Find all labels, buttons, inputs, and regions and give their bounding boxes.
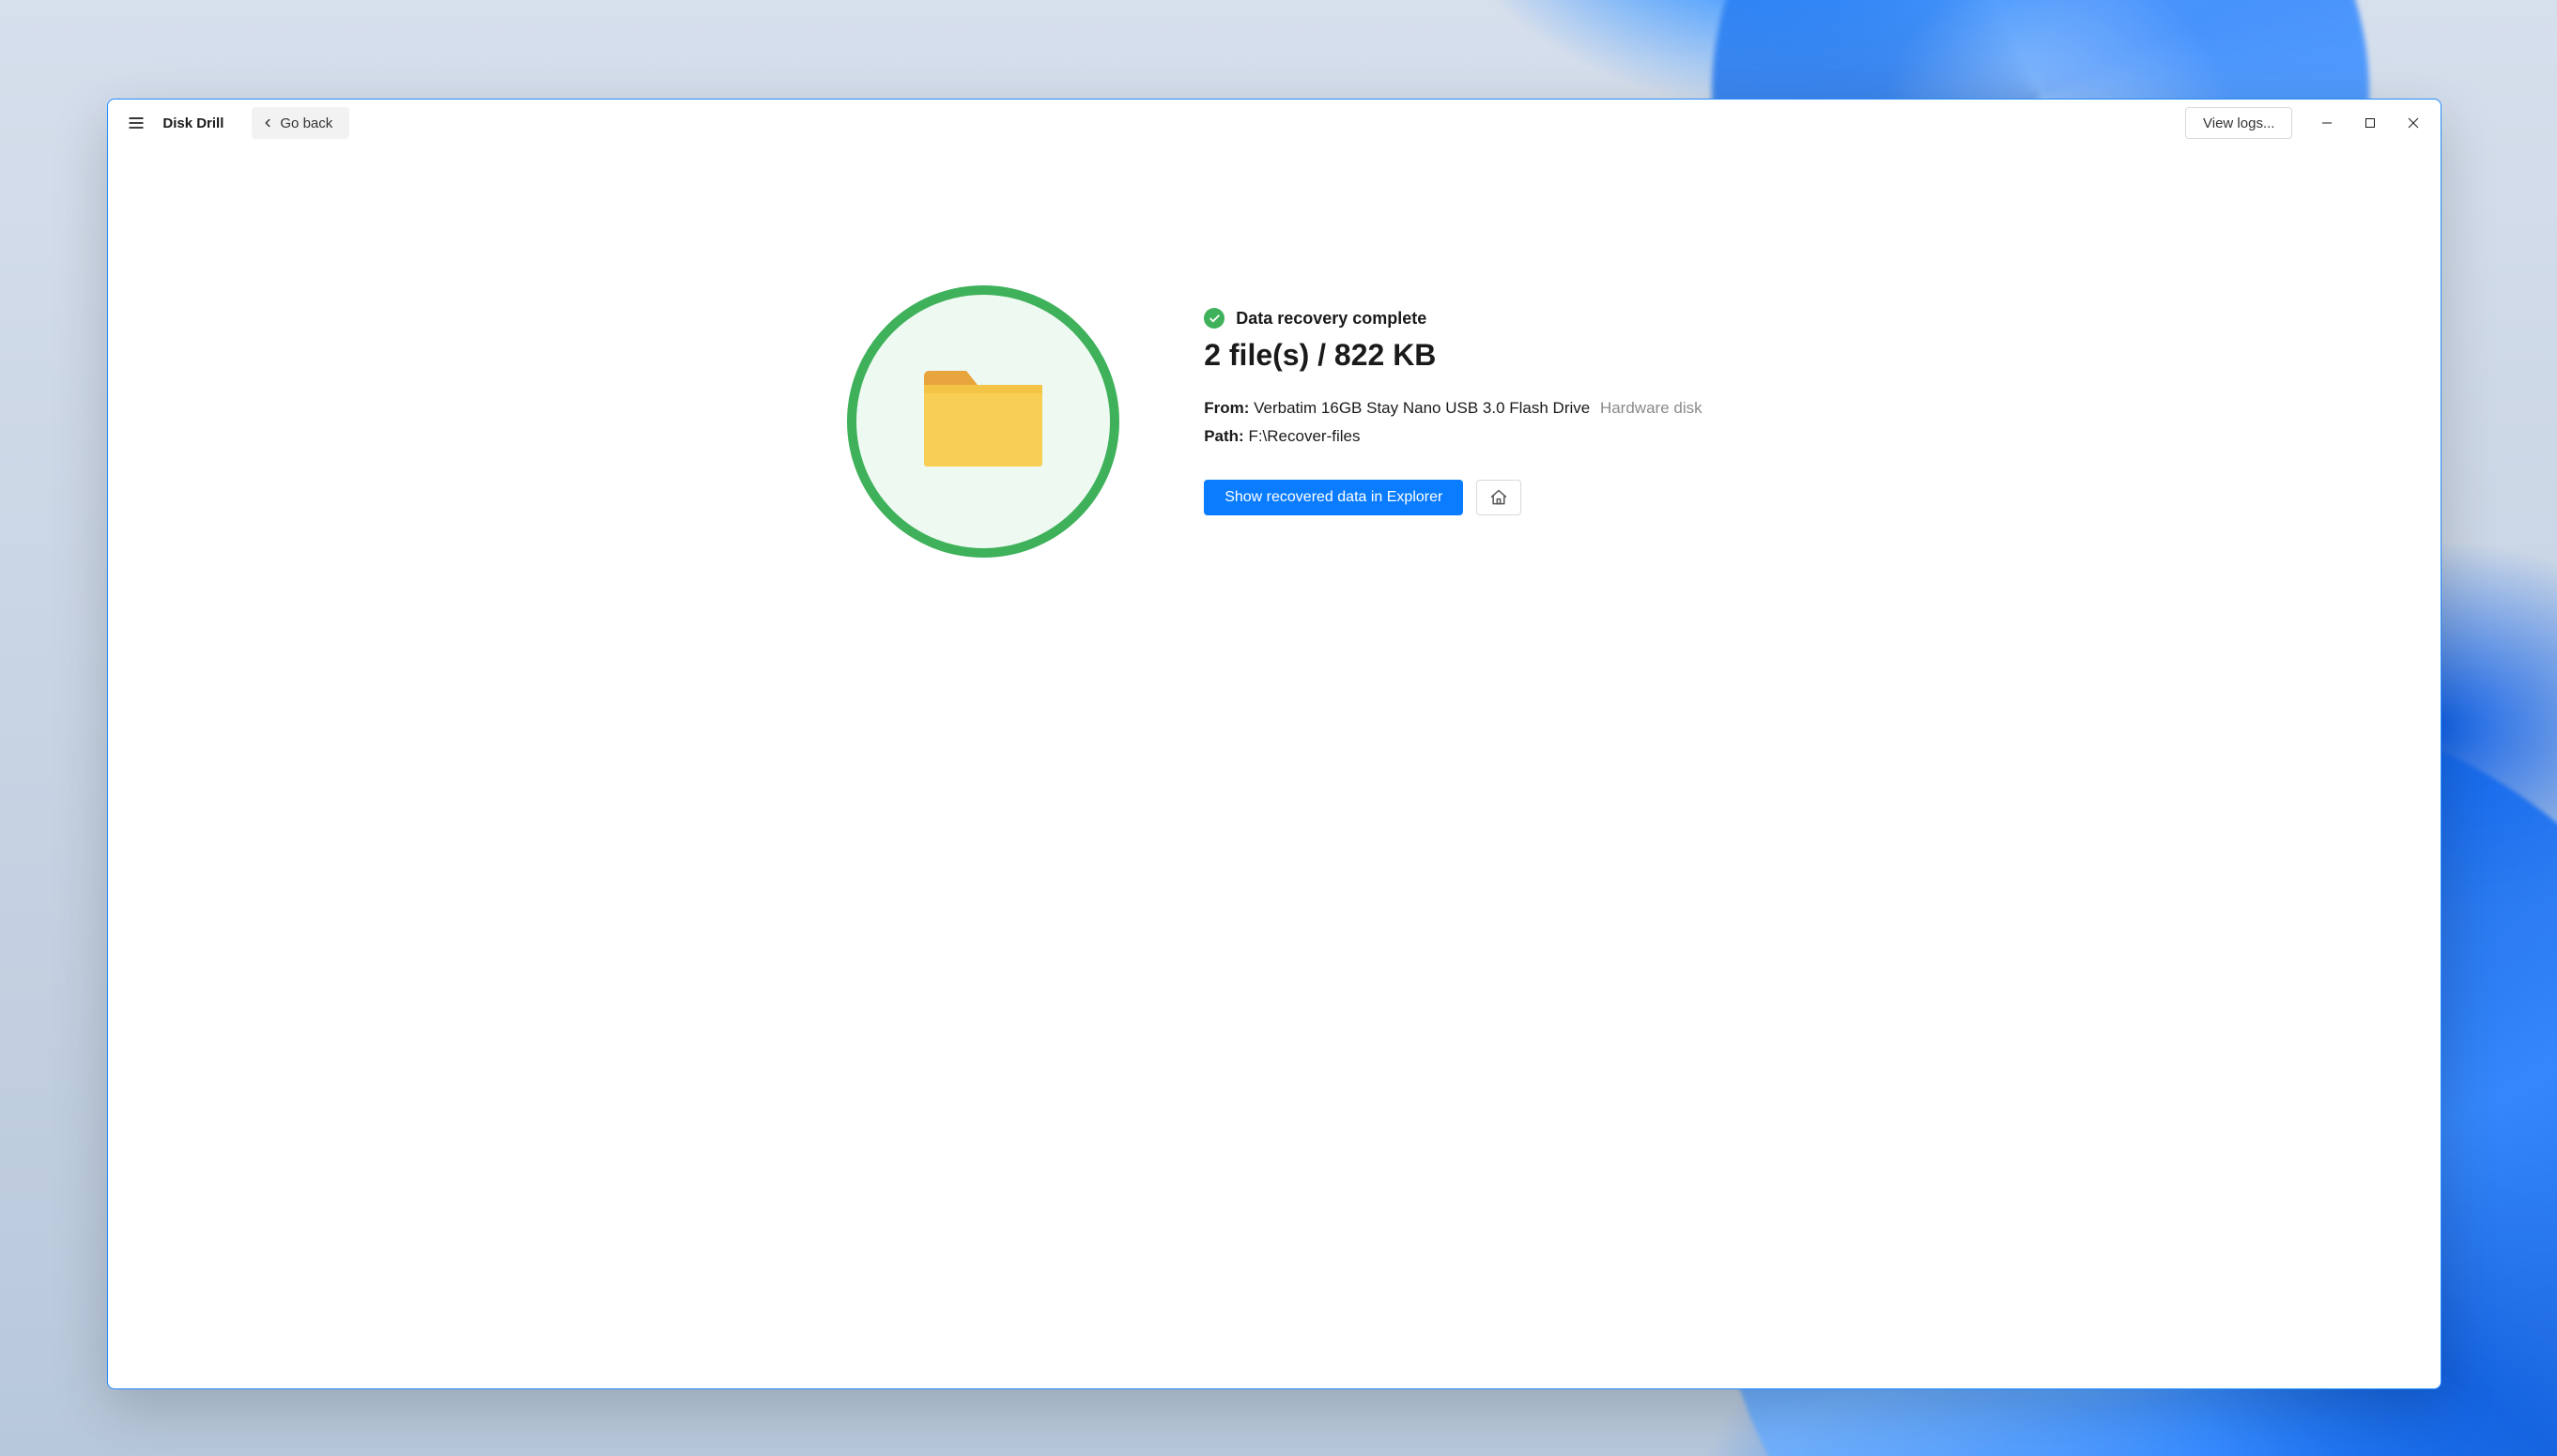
app-window: Disk Drill Go back View logs... xyxy=(107,99,2441,1388)
result-info: Data recovery complete 2 file(s) / 822 K… xyxy=(1204,278,1702,515)
minimize-icon xyxy=(2321,117,2333,129)
from-label: From: xyxy=(1204,399,1249,417)
recovery-summary: 2 file(s) / 822 KB xyxy=(1204,338,1702,373)
go-back-label: Go back xyxy=(280,115,332,131)
hamburger-menu-button[interactable] xyxy=(121,108,151,138)
window-minimize-button[interactable] xyxy=(2305,101,2349,145)
path-value: F:\Recover-files xyxy=(1248,427,1360,445)
hamburger-icon xyxy=(127,114,146,132)
folder-icon xyxy=(913,365,1054,478)
from-value: Verbatim 16GB Stay Nano USB 3.0 Flash Dr… xyxy=(1254,399,1590,417)
titlebar-right: View logs... xyxy=(2185,101,2435,145)
show-in-explorer-button[interactable]: Show recovered data in Explorer xyxy=(1204,480,1463,515)
action-row: Show recovered data in Explorer xyxy=(1204,480,1702,515)
titlebar: Disk Drill Go back View logs... xyxy=(108,100,2441,146)
app-title: Disk Drill xyxy=(162,115,223,131)
check-circle-icon xyxy=(1204,308,1225,329)
maximize-icon xyxy=(2364,117,2376,129)
view-logs-button[interactable]: View logs... xyxy=(2185,107,2292,139)
close-icon xyxy=(2408,117,2419,129)
chevron-left-icon xyxy=(261,116,274,130)
status-text: Data recovery complete xyxy=(1236,309,1426,329)
path-label: Path: xyxy=(1204,427,1244,445)
result-folder-badge xyxy=(847,285,1119,558)
from-type: Hardware disk xyxy=(1600,399,1702,417)
window-close-button[interactable] xyxy=(2392,101,2435,145)
content-area: Data recovery complete 2 file(s) / 822 K… xyxy=(108,146,2441,1387)
home-icon xyxy=(1489,488,1508,507)
status-row: Data recovery complete xyxy=(1204,308,1702,329)
home-button[interactable] xyxy=(1476,480,1521,515)
path-row: Path: F:\Recover-files xyxy=(1204,427,1702,446)
from-row: From: Verbatim 16GB Stay Nano USB 3.0 Fl… xyxy=(1204,399,1702,418)
window-maximize-button[interactable] xyxy=(2349,101,2392,145)
go-back-button[interactable]: Go back xyxy=(252,107,349,139)
